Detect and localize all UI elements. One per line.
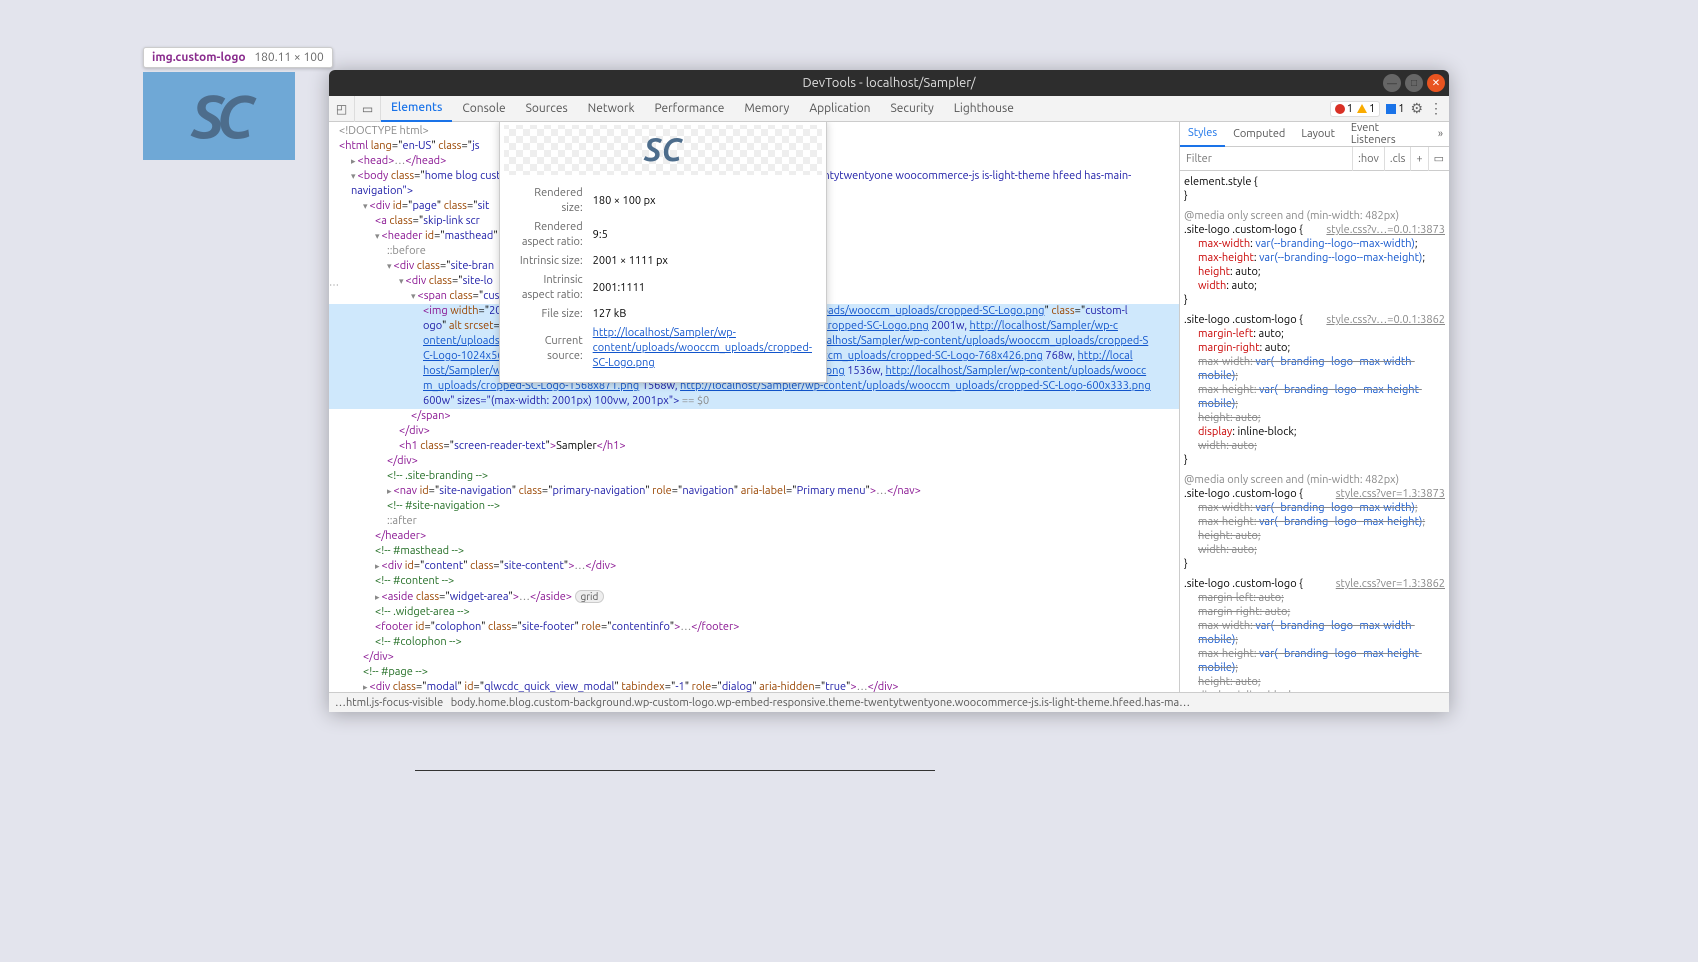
tooltip-dimensions: 180.11 × 100 <box>254 51 323 64</box>
breadcrumb[interactable]: … html.js-focus-visible body.home.blog.c… <box>329 692 1449 712</box>
tab-elements[interactable]: Elements <box>381 96 452 122</box>
settings-icon[interactable]: ⚙ <box>1410 100 1423 117</box>
hov-button[interactable]: :hov <box>1352 147 1384 171</box>
line-actions-icon[interactable]: ⋯ <box>329 277 339 292</box>
tab-performance[interactable]: Performance <box>645 96 735 122</box>
inspect-element-icon[interactable]: ◰ <box>329 96 355 122</box>
tooltip-selector: img.custom-logo <box>152 51 246 64</box>
cls-button[interactable]: .cls <box>1384 147 1410 171</box>
tab-lighthouse[interactable]: Lighthouse <box>944 96 1024 122</box>
info-badge[interactable]: 1 <box>1386 103 1404 115</box>
styles-rules[interactable]: element.style {} @media only screen and … <box>1180 171 1449 692</box>
tab-network[interactable]: Network <box>578 96 645 122</box>
error-icon <box>1335 104 1345 114</box>
device-toggle-icon[interactable]: ▭ <box>355 96 381 122</box>
toggle-panel-icon[interactable]: ▭ <box>1428 147 1449 171</box>
issue-badges[interactable]: 1 1 <box>1330 101 1380 117</box>
page-divider <box>415 770 935 771</box>
image-info-popup: SC Rendered size:180 × 100 px Rendered a… <box>499 122 827 383</box>
tab-memory[interactable]: Memory <box>734 96 799 122</box>
new-rule-button[interactable]: + <box>1410 147 1427 171</box>
element-hover-tooltip: img.custom-logo 180.11 × 100 <box>143 47 333 68</box>
devtools-window: DevTools - localhost/Sampler/ — □ ✕ ◰ ▭ … <box>329 70 1449 712</box>
tab-event-listeners[interactable]: Event Listeners <box>1343 122 1432 147</box>
warning-icon <box>1357 104 1367 113</box>
window-title: DevTools - localhost/Sampler/ <box>802 76 975 90</box>
window-close-button[interactable]: ✕ <box>1427 74 1445 92</box>
window-titlebar[interactable]: DevTools - localhost/Sampler/ — □ ✕ <box>329 70 1449 96</box>
devtools-toolbar: ◰ ▭ Elements Console Sources Network Per… <box>329 96 1449 122</box>
more-icon[interactable]: ⋮ <box>1429 100 1443 117</box>
info-icon <box>1386 104 1396 114</box>
styles-filter-input[interactable] <box>1180 153 1352 165</box>
styles-panel: Styles Computed Layout Event Listeners »… <box>1179 122 1449 692</box>
tab-sources[interactable]: Sources <box>516 96 578 122</box>
tab-layout[interactable]: Layout <box>1293 122 1343 147</box>
window-maximize-button[interactable]: □ <box>1405 74 1423 92</box>
tab-security[interactable]: Security <box>880 96 943 122</box>
more-tabs-icon[interactable]: » <box>1432 128 1449 140</box>
window-minimize-button[interactable]: — <box>1383 74 1401 92</box>
tab-computed[interactable]: Computed <box>1225 122 1293 147</box>
tab-styles[interactable]: Styles <box>1180 122 1225 147</box>
tab-application[interactable]: Application <box>799 96 880 122</box>
elements-panel[interactable]: ⋯ SC Rendered size:180 × 100 px Rendered… <box>329 122 1179 692</box>
tab-console[interactable]: Console <box>452 96 515 122</box>
page-element-highlight: SC <box>143 72 295 160</box>
